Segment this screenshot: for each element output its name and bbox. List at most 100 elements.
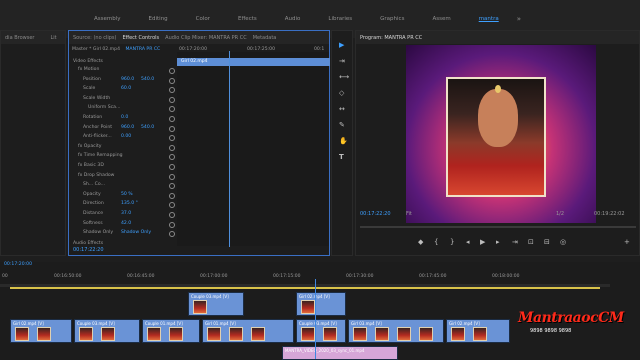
effect-keyframe-track[interactable]: [177, 52, 329, 246]
pen-tool-icon[interactable]: ✎: [339, 121, 345, 129]
timeline-clip[interactable]: Couple 03.mp4 [V]: [188, 292, 244, 316]
hand-tool-icon[interactable]: ✋: [339, 137, 348, 145]
tab-media-browser[interactable]: dia Browser: [5, 35, 34, 41]
effect-clip-bar[interactable]: Girl 02.mp4: [177, 58, 330, 66]
effect-row[interactable]: fx Motion: [78, 67, 99, 76]
timeline-clip[interactable]: Girl 02.mp4 [V]: [296, 292, 346, 316]
effect-row[interactable]: Distance 37.0: [83, 211, 131, 220]
type-tool-icon[interactable]: T: [339, 153, 344, 161]
timeline-clip[interactable]: Couple 01.mp4 [V]: [142, 319, 200, 343]
timeline-timecode[interactable]: 00:17:20:00: [4, 262, 32, 271]
effect-row-value-2[interactable]: 540.0: [141, 77, 154, 82]
reset-parameter-icon[interactable]: [169, 125, 175, 132]
effect-row[interactable]: Shadow Only Shadow Only: [83, 230, 151, 239]
tab-effect-controls[interactable]: Effect Controls: [122, 35, 159, 41]
button-editor-icon[interactable]: +: [624, 238, 630, 246]
resolution-dropdown[interactable]: 1/2: [556, 211, 564, 220]
effect-row[interactable]: Scale Width: [83, 96, 110, 105]
effect-row[interactable]: fx Opacity: [78, 144, 101, 153]
reset-parameter-icon[interactable]: [169, 154, 175, 161]
in-out-range[interactable]: [10, 287, 600, 289]
audio-clip[interactable]: MANTRA_VIDEO_2020_03_sync_01.mp4: [282, 346, 398, 360]
reset-parameter-icon[interactable]: [169, 173, 175, 180]
reset-parameter-icon[interactable]: [169, 135, 175, 142]
effect-row[interactable]: Anchor Point 960.0 540.0: [83, 125, 154, 134]
go-to-in-icon[interactable]: }: [450, 238, 454, 246]
extract-icon[interactable]: ⊟: [544, 238, 550, 246]
timeline-clip[interactable]: Couple 03.mp4 [V]: [296, 319, 346, 343]
timeline-clip[interactable]: Girl 02.mp4 [V]: [10, 319, 72, 343]
razor-tool-icon[interactable]: ◇: [339, 89, 344, 97]
step-forward-icon[interactable]: ▸: [496, 238, 500, 246]
effect-row[interactable]: fx Drop Shadow: [78, 173, 114, 182]
mark-out-icon[interactable]: {: [434, 238, 438, 246]
play-icon[interactable]: ▶: [480, 238, 485, 246]
workspace-libraries[interactable]: Libraries: [314, 16, 366, 22]
effect-row[interactable]: fx Time Remapping: [78, 153, 123, 162]
effect-row-value[interactable]: Shadow Only: [121, 230, 151, 235]
workspace-assembly[interactable]: Assembly: [80, 16, 135, 22]
effect-row-value[interactable]: 135.0 °: [121, 201, 138, 206]
effect-row[interactable]: Uniform Sca...: [88, 105, 120, 114]
selection-tool-icon[interactable]: ▶: [339, 41, 344, 49]
effect-row[interactable]: Softness 42.0: [83, 221, 131, 230]
workspace-mantra[interactable]: mantra: [465, 16, 513, 22]
reset-parameter-icon[interactable]: [169, 183, 175, 190]
reset-parameter-icon[interactable]: [169, 96, 175, 103]
go-to-out-icon[interactable]: ⇥: [512, 238, 518, 246]
timeline-ruler[interactable]: 00 00:16:50:00 00:16:45:00 00:17:00:00 00:17…: [0, 274, 640, 284]
step-back-icon[interactable]: ◂: [466, 238, 470, 246]
timeline-clip[interactable]: Girl 02.mp4 [V]: [446, 319, 510, 343]
tab-source[interactable]: Source: (no clips): [73, 35, 116, 41]
reset-parameter-icon[interactable]: [169, 221, 175, 228]
effect-row-value[interactable]: 0.00: [121, 134, 131, 139]
effect-row[interactable]: Anti-flicker... 0.00: [83, 134, 131, 143]
reset-parameter-icon[interactable]: [169, 231, 175, 238]
effect-row-value[interactable]: 0.0: [121, 115, 128, 120]
effect-row-value-2[interactable]: 540.0: [141, 125, 154, 130]
reset-parameter-icon[interactable]: [169, 212, 175, 218]
workspace-audio[interactable]: Audio: [271, 16, 315, 22]
ripple-edit-tool-icon[interactable]: ⟷: [339, 73, 349, 81]
timeline-clip[interactable]: Girl 03.mp4 [V]: [348, 319, 444, 343]
more-workspaces-icon[interactable]: »: [517, 15, 521, 23]
timeline-playhead[interactable]: [315, 279, 316, 359]
workspace-editing[interactable]: Editing: [135, 16, 182, 22]
effect-row[interactable]: fx Basic 3D: [78, 163, 104, 172]
reset-parameter-icon[interactable]: [169, 164, 175, 170]
effect-row[interactable]: Scale 60.0: [83, 86, 131, 95]
effect-row[interactable]: Position 960.0 540.0: [83, 77, 154, 86]
export-frame-icon[interactable]: ◎: [560, 238, 566, 246]
workspace-color[interactable]: Color: [182, 16, 224, 22]
effect-row-value[interactable]: 50 %: [121, 192, 133, 197]
effect-row-value[interactable]: 960.0: [121, 125, 134, 130]
workspace-assem[interactable]: Assem: [418, 16, 464, 22]
effect-row-value[interactable]: 42.0: [121, 221, 131, 226]
reset-parameter-icon[interactable]: [169, 87, 175, 94]
tab-metadata[interactable]: Metadata: [253, 35, 277, 41]
reset-parameter-icon[interactable]: [169, 106, 175, 113]
program-timecode-current[interactable]: 00:17:22:20: [360, 211, 391, 220]
program-video-frame[interactable]: [406, 45, 596, 223]
workspace-graphics[interactable]: Graphics: [366, 16, 418, 22]
reset-parameter-icon[interactable]: [169, 77, 175, 84]
tab-audio-clip-mixer[interactable]: Audio Clip Mixer: MANTRA PR CC: [165, 35, 247, 41]
reset-parameter-icon[interactable]: [169, 144, 175, 151]
effect-row[interactable]: Rotation 0.0: [83, 115, 128, 124]
effect-row-value[interactable]: 60.0: [121, 86, 131, 91]
fit-dropdown[interactable]: Fit: [406, 211, 412, 220]
effect-row-value[interactable]: 37.0: [121, 211, 131, 216]
timeline-clip[interactable]: Couple 03.mp4 [V]: [74, 319, 140, 343]
effect-row[interactable]: Direction 135.0 °: [83, 201, 138, 210]
effect-row[interactable]: Sh... Co...: [83, 182, 105, 191]
slip-tool-icon[interactable]: ↔: [339, 105, 345, 113]
reset-parameter-icon[interactable]: [169, 192, 175, 199]
tab-libraries[interactable]: Lit: [50, 35, 56, 41]
effect-row-value[interactable]: 960.0: [121, 77, 134, 82]
timeline-clip[interactable]: Girl 01.mp4 [V]: [202, 319, 294, 343]
reset-parameter-icon[interactable]: [169, 116, 175, 122]
program-scrubber[interactable]: [360, 226, 636, 228]
mark-in-icon[interactable]: ◆: [418, 238, 423, 246]
workspace-effects[interactable]: Effects: [224, 16, 271, 22]
effect-playhead[interactable]: [229, 51, 230, 247]
